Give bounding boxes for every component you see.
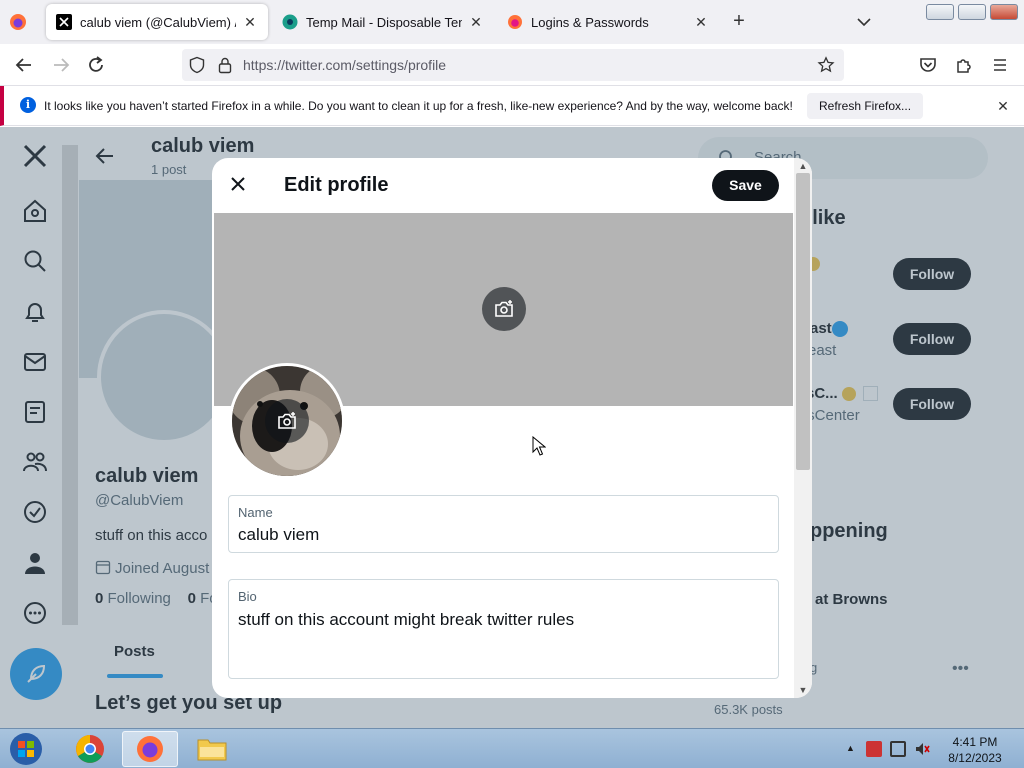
save-button[interactable]: Save bbox=[712, 170, 779, 201]
close-icon[interactable] bbox=[228, 174, 248, 194]
tab-close-icon[interactable]: ✕ bbox=[468, 14, 484, 30]
browser-nav-bar: https://twitter.com/settings/profile bbox=[0, 44, 1024, 86]
tab-close-icon[interactable]: ✕ bbox=[242, 14, 258, 30]
windows-start-button-icon[interactable] bbox=[6, 731, 46, 767]
browser-tab-bar: calub viem (@CalubViem) / X ✕ Temp Mail … bbox=[0, 0, 1024, 44]
name-field[interactable]: Name calub viem bbox=[228, 495, 779, 553]
add-avatar-photo-button[interactable] bbox=[265, 399, 309, 443]
bio-field-value[interactable]: stuff on this account might break twitte… bbox=[238, 610, 574, 630]
tab-title: Temp Mail - Disposable Tempo bbox=[306, 14, 462, 30]
taskbar-chrome-button[interactable] bbox=[62, 731, 118, 767]
network-icon[interactable] bbox=[890, 741, 906, 757]
url-bar[interactable]: https://twitter.com/settings/profile bbox=[182, 49, 844, 81]
taskbar-firefox-button[interactable] bbox=[122, 731, 178, 767]
edit-profile-modal: Edit profile Save Name calub viem Bio st… bbox=[212, 158, 812, 698]
scroll-up-arrow-icon[interactable]: ▲ bbox=[798, 161, 808, 171]
refresh-firefox-button[interactable]: Refresh Firefox... bbox=[807, 93, 924, 119]
modal-title: Edit profile bbox=[284, 174, 389, 196]
clock-time: 4:41 PM bbox=[952, 735, 998, 749]
tab-logins-passwords[interactable]: Logins & Passwords ✕ bbox=[497, 4, 719, 40]
system-clock[interactable]: 4:41 PM 8/12/2023 bbox=[940, 734, 1010, 766]
tracking-shield-icon[interactable] bbox=[188, 56, 206, 74]
new-tab-button[interactable]: + bbox=[728, 11, 750, 33]
name-field-value[interactable]: calub viem bbox=[238, 525, 319, 545]
extensions-icon[interactable] bbox=[953, 54, 975, 76]
modal-scrollbar[interactable]: ▲ ▼ bbox=[794, 158, 812, 698]
firefox-menu-icon[interactable] bbox=[8, 12, 28, 32]
pocket-icon[interactable] bbox=[917, 54, 939, 76]
back-arrow-icon[interactable] bbox=[13, 54, 35, 76]
taskbar-file-explorer-button[interactable] bbox=[184, 731, 240, 767]
windows-taskbar: ▲ 4:41 PM 8/12/2023 bbox=[0, 728, 1024, 768]
twitter-page: calub viem 1 post calub viem @CalubViem … bbox=[0, 127, 1024, 728]
window-minimize-button[interactable] bbox=[926, 4, 954, 20]
url-text[interactable]: https://twitter.com/settings/profile bbox=[243, 57, 446, 73]
folder-icon bbox=[197, 739, 227, 761]
x-logo-icon bbox=[56, 14, 72, 30]
add-photo-camera-icon bbox=[495, 300, 513, 317]
scroll-down-arrow-icon[interactable]: ▼ bbox=[798, 685, 808, 695]
list-all-tabs-icon[interactable] bbox=[854, 12, 874, 32]
tab-temp-mail[interactable]: Temp Mail - Disposable Tempo ✕ bbox=[272, 4, 494, 40]
add-banner-photo-button[interactable] bbox=[482, 287, 526, 331]
close-notification-icon[interactable]: ✕ bbox=[994, 97, 1012, 115]
reload-icon[interactable] bbox=[85, 54, 107, 76]
hamburger-menu-icon[interactable] bbox=[989, 54, 1011, 76]
notification-message: It looks like you haven’t started Firefo… bbox=[44, 99, 793, 113]
forward-arrow-icon[interactable] bbox=[50, 54, 72, 76]
volume-muted-icon[interactable] bbox=[914, 741, 930, 757]
info-icon: i bbox=[20, 97, 36, 113]
window-close-button[interactable] bbox=[990, 4, 1018, 20]
chrome-icon bbox=[76, 735, 104, 763]
firefox-refresh-notification: i It looks like you haven’t started Fire… bbox=[0, 86, 1024, 126]
add-photo-camera-icon bbox=[278, 412, 296, 429]
action-center-flag-icon[interactable] bbox=[866, 741, 882, 757]
bookmark-star-icon[interactable] bbox=[817, 56, 835, 74]
bio-field-label: Bio bbox=[238, 589, 257, 604]
mouse-cursor-icon bbox=[532, 436, 546, 456]
speaker-icon bbox=[916, 743, 930, 755]
tab-title: Logins & Passwords bbox=[531, 14, 649, 30]
bio-field[interactable]: Bio stuff on this account might break tw… bbox=[228, 579, 779, 679]
window-restore-button[interactable] bbox=[958, 4, 986, 20]
show-hidden-icons-icon[interactable]: ▲ bbox=[846, 743, 855, 753]
tab-close-icon[interactable]: ✕ bbox=[693, 14, 709, 30]
firefox-icon bbox=[137, 736, 163, 762]
name-field-label: Name bbox=[238, 505, 273, 520]
scrollbar-thumb[interactable] bbox=[796, 173, 810, 470]
firefox-icon bbox=[508, 15, 522, 29]
tab-twitter-profile[interactable]: calub viem (@CalubViem) / X ✕ bbox=[46, 4, 268, 40]
lock-icon[interactable] bbox=[217, 56, 233, 74]
avatar bbox=[229, 363, 345, 479]
tab-title: calub viem (@CalubViem) / X bbox=[80, 14, 236, 30]
clock-date: 8/12/2023 bbox=[948, 751, 1002, 765]
temp-mail-icon bbox=[282, 14, 298, 30]
